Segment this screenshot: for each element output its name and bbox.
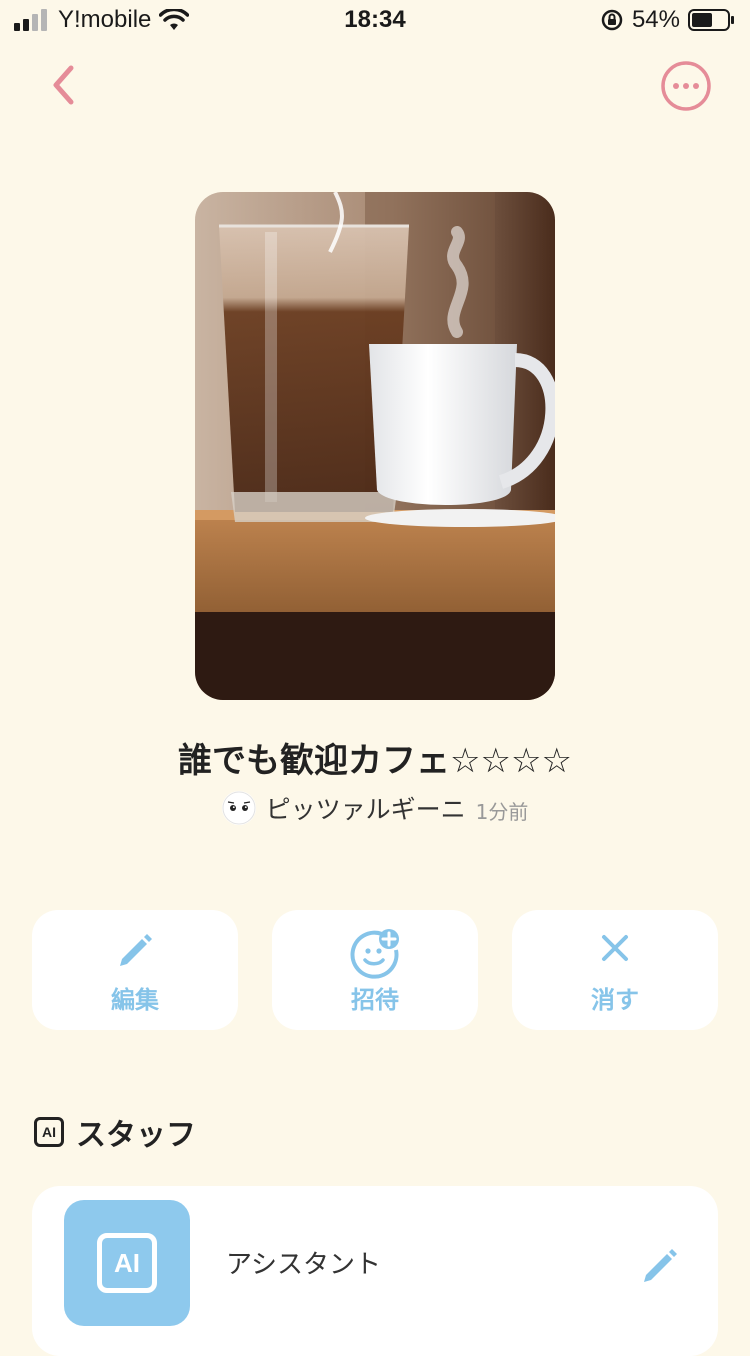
- pencil-icon: [644, 1249, 677, 1282]
- more-options-button[interactable]: [660, 60, 712, 112]
- orientation-lock-icon: [601, 9, 623, 31]
- ai-badge-icon: AI: [34, 1117, 64, 1147]
- character-face-icon: [222, 791, 256, 825]
- room-cover-image: [195, 192, 555, 700]
- staff-name: アシスタント: [226, 1250, 381, 1280]
- avatar[interactable]: [221, 791, 256, 825]
- edit-button[interactable]: 編集: [32, 910, 238, 1030]
- delete-label: 消す: [591, 986, 639, 1014]
- author-name[interactable]: ピッツァルギーニ: [266, 790, 466, 826]
- chevron-left-icon: [53, 65, 74, 105]
- battery-percent: 54%: [631, 6, 680, 33]
- status-right: 54%: [600, 6, 736, 34]
- invite-label: 招待: [351, 986, 399, 1014]
- invite-button[interactable]: 招待: [272, 910, 478, 1030]
- staff-section-header: AI スタッフ: [34, 1110, 196, 1154]
- invite-smile-plus-icon: [350, 929, 399, 979]
- close-icon: [602, 935, 628, 961]
- author-row: ピッツァルギーニ 1分前: [0, 790, 750, 826]
- posted-time: 1分前: [475, 799, 529, 824]
- battery-icon: [688, 9, 734, 31]
- room-title: 誰でも歓迎カフェ☆☆☆☆: [178, 741, 572, 781]
- coffee-illustration: [195, 192, 555, 700]
- staff-section-title: スタッフ: [76, 1118, 196, 1153]
- back-button[interactable]: [40, 60, 90, 110]
- staff-list-item[interactable]: AI アシスタント: [32, 1186, 718, 1356]
- ai-avatar-icon: AI: [97, 1233, 157, 1293]
- status-bar: Y!mobile 18:34 54%: [0, 0, 750, 40]
- delete-button[interactable]: 消す: [512, 910, 718, 1030]
- staff-avatar: AI: [64, 1200, 190, 1326]
- staff-edit-button[interactable]: [638, 1242, 682, 1286]
- pencil-icon: [120, 934, 152, 966]
- more-icon: [661, 61, 711, 111]
- edit-label: 編集: [111, 986, 159, 1014]
